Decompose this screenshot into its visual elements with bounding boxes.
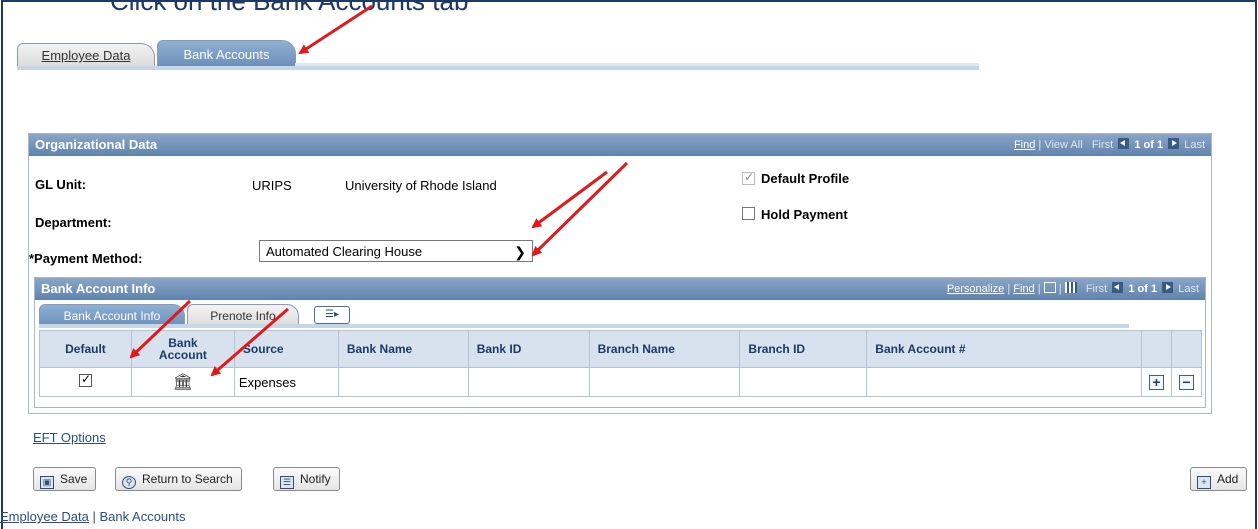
next-arrow-icon — [1162, 282, 1174, 293]
col-default: Default — [39, 330, 132, 368]
footer-bank-accounts-link: Bank Accounts — [99, 509, 186, 524]
org-find-link[interactable]: Find — [1014, 139, 1035, 151]
add-label: Add — [1217, 472, 1239, 486]
return-to-search-button[interactable]: ⚲ Return to Search — [115, 467, 242, 491]
grid-icon[interactable] — [1064, 282, 1077, 293]
org-nav: Find | View All First 1 of 1 Last — [1013, 138, 1205, 151]
hold-payment-checkbox[interactable] — [742, 207, 755, 220]
bank-subtabs: Bank Account Info Prenote Info ☰▸ — [39, 304, 1129, 326]
bank-first: First — [1085, 283, 1108, 295]
personalize-link[interactable]: Personalize — [947, 283, 1004, 295]
save-label: Save — [60, 472, 88, 486]
col-branch-id: Branch ID — [739, 330, 868, 368]
default-profile-label: Default Profile — [761, 171, 850, 186]
col-source: Source — [233, 330, 339, 368]
bank-name-cell — [337, 367, 469, 397]
col-bank-id: Bank ID — [467, 330, 590, 368]
instruction-text: Click on the Bank Accounts tab — [110, 0, 469, 16]
default-profile-checkbox — [742, 170, 755, 185]
footer-employee-data-link[interactable]: Employee Data — [0, 509, 89, 524]
subtab-prenote-info[interactable]: Prenote Info — [187, 304, 299, 326]
org-title: Organizational Data — [35, 137, 158, 152]
payment-method-label: *Payment Method: — [29, 251, 143, 266]
subtab-bank-account-info[interactable]: Bank Account Info — [39, 304, 185, 326]
bank-account-cell: 🏛 — [130, 367, 235, 397]
org-count: 1 of 1 — [1134, 139, 1164, 151]
branch-id-cell — [739, 367, 868, 397]
add-button[interactable]: + Add — [1190, 467, 1248, 491]
payment-method-select[interactable]: Automated Clearing House ❯ — [259, 240, 533, 262]
account-number-cell — [866, 367, 1142, 397]
prev-arrow-icon — [1118, 138, 1130, 149]
gl-unit-label: GL Unit: — [35, 177, 87, 192]
default-cell — [39, 367, 132, 397]
show-all-columns-icon[interactable]: ☰▸ — [314, 306, 350, 324]
organizational-data-panel: Organizational Data Find | View All Firs… — [28, 133, 1212, 414]
col-bank-account: Bank Account — [130, 330, 235, 368]
tab-underline — [17, 66, 979, 70]
subtab-underline — [39, 324, 1129, 328]
save-button[interactable]: ▣ Save — [33, 467, 97, 491]
bank-building-icon[interactable]: 🏛 — [173, 374, 193, 391]
bank-find-link[interactable]: Find — [1013, 283, 1034, 295]
add-row-cell: + — [1140, 367, 1172, 397]
delete-row-icon[interactable]: − — [1178, 374, 1194, 390]
search-icon: ⚲ — [122, 476, 136, 489]
org-last: Last — [1184, 139, 1205, 151]
delete-row-cell: − — [1170, 367, 1203, 397]
col-add — [1140, 330, 1172, 368]
bank-header: Bank Account Info Personalize | Find | |… — [35, 278, 1205, 300]
source-cell: Expenses — [233, 367, 339, 397]
org-header: Organizational Data Find | View All Firs… — [29, 134, 1211, 156]
col-bank-name: Bank Name — [337, 330, 469, 368]
gl-unit-name: University of Rhode Island — [345, 178, 497, 193]
payment-method-value: Automated Clearing House — [266, 244, 423, 259]
next-arrow-icon — [1168, 138, 1180, 149]
table-row: 🏛 Expenses + − — [39, 367, 1203, 397]
bank-account-info-panel: Bank Account Info Personalize | Find | |… — [34, 277, 1206, 408]
department-label: Department: — [35, 215, 112, 230]
bank-id-cell — [467, 367, 590, 397]
grid-header-row: Default Bank Account Source Bank Name Ba… — [39, 330, 1203, 368]
bank-count: 1 of 1 — [1128, 283, 1158, 295]
org-view-all: View All — [1044, 139, 1083, 151]
tab-bank-accounts[interactable]: Bank Accounts — [157, 40, 296, 67]
add-icon: + — [1197, 476, 1211, 489]
footer-links: Employee Data | Bank Accounts — [0, 509, 186, 524]
save-icon: ▣ — [40, 476, 54, 489]
notify-button[interactable]: ☰ Notify — [273, 467, 340, 491]
prev-arrow-icon — [1112, 282, 1124, 293]
tab-employee-data[interactable]: Employee Data — [17, 43, 155, 67]
hold-payment-label: Hold Payment — [761, 207, 848, 222]
footer-separator: | — [88, 509, 100, 524]
view-icon[interactable] — [1043, 282, 1056, 293]
bank-last: Last — [1178, 283, 1199, 295]
chevron-down-icon: ❯ — [514, 244, 526, 260]
return-label: Return to Search — [142, 472, 233, 486]
default-checkbox[interactable] — [78, 372, 92, 387]
tab-underline-light — [295, 63, 979, 66]
notify-label: Notify — [300, 472, 331, 486]
branch-name-cell — [588, 367, 741, 397]
bank-title: Bank Account Info — [41, 281, 156, 296]
add-row-icon[interactable]: + — [1148, 374, 1164, 390]
bank-account-grid: Default Bank Account Source Bank Name Ba… — [39, 330, 1203, 397]
gl-unit-code: URIPS — [252, 178, 292, 193]
bank-nav: Personalize | Find | | First 1 of 1 Last — [946, 282, 1199, 295]
eft-options-link[interactable]: EFT Options — [33, 430, 106, 445]
org-first: First — [1091, 139, 1114, 151]
notify-icon: ☰ — [280, 476, 294, 489]
col-branch-name: Branch Name — [588, 330, 741, 368]
col-delete — [1170, 330, 1203, 368]
col-bank-account-number: Bank Account # — [866, 330, 1142, 368]
